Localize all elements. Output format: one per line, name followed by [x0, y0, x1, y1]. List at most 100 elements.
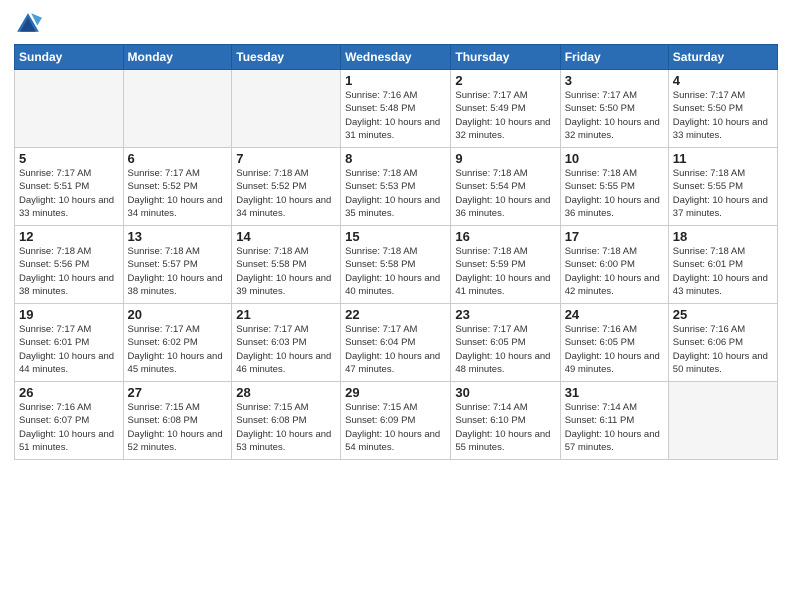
- calendar-cell: 27Sunrise: 7:15 AMSunset: 6:08 PMDayligh…: [123, 382, 232, 460]
- col-header-sunday: Sunday: [15, 45, 124, 70]
- day-info: Sunrise: 7:18 AMSunset: 5:53 PMDaylight:…: [345, 167, 446, 220]
- day-info: Sunrise: 7:18 AMSunset: 5:54 PMDaylight:…: [455, 167, 555, 220]
- day-info: Sunrise: 7:17 AMSunset: 5:49 PMDaylight:…: [455, 89, 555, 142]
- calendar-cell: [668, 382, 777, 460]
- day-info: Sunrise: 7:18 AMSunset: 5:52 PMDaylight:…: [236, 167, 336, 220]
- day-number: 4: [673, 73, 773, 88]
- day-number: 25: [673, 307, 773, 322]
- col-header-friday: Friday: [560, 45, 668, 70]
- week-row-1: 1Sunrise: 7:16 AMSunset: 5:48 PMDaylight…: [15, 70, 778, 148]
- week-row-5: 26Sunrise: 7:16 AMSunset: 6:07 PMDayligh…: [15, 382, 778, 460]
- day-number: 5: [19, 151, 119, 166]
- day-info: Sunrise: 7:18 AMSunset: 5:58 PMDaylight:…: [236, 245, 336, 298]
- day-number: 22: [345, 307, 446, 322]
- calendar-cell: 22Sunrise: 7:17 AMSunset: 6:04 PMDayligh…: [341, 304, 451, 382]
- day-number: 3: [565, 73, 664, 88]
- logo: [14, 10, 46, 38]
- day-info: Sunrise: 7:18 AMSunset: 5:59 PMDaylight:…: [455, 245, 555, 298]
- calendar-cell: [232, 70, 341, 148]
- calendar-cell: 24Sunrise: 7:16 AMSunset: 6:05 PMDayligh…: [560, 304, 668, 382]
- day-number: 10: [565, 151, 664, 166]
- calendar-cell: 13Sunrise: 7:18 AMSunset: 5:57 PMDayligh…: [123, 226, 232, 304]
- calendar-cell: 9Sunrise: 7:18 AMSunset: 5:54 PMDaylight…: [451, 148, 560, 226]
- day-info: Sunrise: 7:17 AMSunset: 6:02 PMDaylight:…: [128, 323, 228, 376]
- day-info: Sunrise: 7:17 AMSunset: 6:01 PMDaylight:…: [19, 323, 119, 376]
- day-info: Sunrise: 7:14 AMSunset: 6:11 PMDaylight:…: [565, 401, 664, 454]
- day-info: Sunrise: 7:17 AMSunset: 6:04 PMDaylight:…: [345, 323, 446, 376]
- day-info: Sunrise: 7:18 AMSunset: 6:01 PMDaylight:…: [673, 245, 773, 298]
- day-info: Sunrise: 7:18 AMSunset: 5:57 PMDaylight:…: [128, 245, 228, 298]
- week-row-4: 19Sunrise: 7:17 AMSunset: 6:01 PMDayligh…: [15, 304, 778, 382]
- calendar-header-row: SundayMondayTuesdayWednesdayThursdayFrid…: [15, 45, 778, 70]
- calendar-cell: 17Sunrise: 7:18 AMSunset: 6:00 PMDayligh…: [560, 226, 668, 304]
- calendar-cell: 8Sunrise: 7:18 AMSunset: 5:53 PMDaylight…: [341, 148, 451, 226]
- day-info: Sunrise: 7:18 AMSunset: 6:00 PMDaylight:…: [565, 245, 664, 298]
- calendar-cell: 1Sunrise: 7:16 AMSunset: 5:48 PMDaylight…: [341, 70, 451, 148]
- day-number: 26: [19, 385, 119, 400]
- day-info: Sunrise: 7:17 AMSunset: 5:50 PMDaylight:…: [673, 89, 773, 142]
- calendar-cell: 18Sunrise: 7:18 AMSunset: 6:01 PMDayligh…: [668, 226, 777, 304]
- day-info: Sunrise: 7:15 AMSunset: 6:09 PMDaylight:…: [345, 401, 446, 454]
- day-info: Sunrise: 7:16 AMSunset: 6:06 PMDaylight:…: [673, 323, 773, 376]
- day-number: 17: [565, 229, 664, 244]
- day-info: Sunrise: 7:18 AMSunset: 5:55 PMDaylight:…: [565, 167, 664, 220]
- calendar-cell: 16Sunrise: 7:18 AMSunset: 5:59 PMDayligh…: [451, 226, 560, 304]
- day-info: Sunrise: 7:16 AMSunset: 6:05 PMDaylight:…: [565, 323, 664, 376]
- week-row-3: 12Sunrise: 7:18 AMSunset: 5:56 PMDayligh…: [15, 226, 778, 304]
- day-number: 13: [128, 229, 228, 244]
- day-number: 31: [565, 385, 664, 400]
- day-number: 9: [455, 151, 555, 166]
- calendar-cell: [123, 70, 232, 148]
- calendar-cell: 14Sunrise: 7:18 AMSunset: 5:58 PMDayligh…: [232, 226, 341, 304]
- day-number: 18: [673, 229, 773, 244]
- col-header-wednesday: Wednesday: [341, 45, 451, 70]
- calendar-cell: 21Sunrise: 7:17 AMSunset: 6:03 PMDayligh…: [232, 304, 341, 382]
- day-number: 27: [128, 385, 228, 400]
- day-number: 28: [236, 385, 336, 400]
- calendar-cell: 31Sunrise: 7:14 AMSunset: 6:11 PMDayligh…: [560, 382, 668, 460]
- day-info: Sunrise: 7:17 AMSunset: 5:51 PMDaylight:…: [19, 167, 119, 220]
- day-number: 15: [345, 229, 446, 244]
- calendar-cell: [15, 70, 124, 148]
- day-number: 29: [345, 385, 446, 400]
- day-info: Sunrise: 7:15 AMSunset: 6:08 PMDaylight:…: [128, 401, 228, 454]
- calendar-cell: 7Sunrise: 7:18 AMSunset: 5:52 PMDaylight…: [232, 148, 341, 226]
- day-info: Sunrise: 7:18 AMSunset: 5:58 PMDaylight:…: [345, 245, 446, 298]
- day-number: 11: [673, 151, 773, 166]
- header: [14, 10, 778, 38]
- page-container: SundayMondayTuesdayWednesdayThursdayFrid…: [0, 0, 792, 468]
- day-number: 8: [345, 151, 446, 166]
- day-number: 14: [236, 229, 336, 244]
- day-info: Sunrise: 7:14 AMSunset: 6:10 PMDaylight:…: [455, 401, 555, 454]
- day-number: 19: [19, 307, 119, 322]
- calendar-cell: 10Sunrise: 7:18 AMSunset: 5:55 PMDayligh…: [560, 148, 668, 226]
- calendar-cell: 25Sunrise: 7:16 AMSunset: 6:06 PMDayligh…: [668, 304, 777, 382]
- col-header-monday: Monday: [123, 45, 232, 70]
- week-row-2: 5Sunrise: 7:17 AMSunset: 5:51 PMDaylight…: [15, 148, 778, 226]
- calendar-cell: 15Sunrise: 7:18 AMSunset: 5:58 PMDayligh…: [341, 226, 451, 304]
- col-header-tuesday: Tuesday: [232, 45, 341, 70]
- day-number: 12: [19, 229, 119, 244]
- day-info: Sunrise: 7:16 AMSunset: 5:48 PMDaylight:…: [345, 89, 446, 142]
- day-number: 24: [565, 307, 664, 322]
- day-number: 21: [236, 307, 336, 322]
- day-number: 1: [345, 73, 446, 88]
- calendar-cell: 26Sunrise: 7:16 AMSunset: 6:07 PMDayligh…: [15, 382, 124, 460]
- day-info: Sunrise: 7:18 AMSunset: 5:56 PMDaylight:…: [19, 245, 119, 298]
- day-number: 23: [455, 307, 555, 322]
- calendar-cell: 23Sunrise: 7:17 AMSunset: 6:05 PMDayligh…: [451, 304, 560, 382]
- day-number: 7: [236, 151, 336, 166]
- calendar-cell: 30Sunrise: 7:14 AMSunset: 6:10 PMDayligh…: [451, 382, 560, 460]
- day-info: Sunrise: 7:15 AMSunset: 6:08 PMDaylight:…: [236, 401, 336, 454]
- calendar-cell: 20Sunrise: 7:17 AMSunset: 6:02 PMDayligh…: [123, 304, 232, 382]
- calendar-table: SundayMondayTuesdayWednesdayThursdayFrid…: [14, 44, 778, 460]
- calendar-cell: 4Sunrise: 7:17 AMSunset: 5:50 PMDaylight…: [668, 70, 777, 148]
- day-number: 20: [128, 307, 228, 322]
- calendar-cell: 19Sunrise: 7:17 AMSunset: 6:01 PMDayligh…: [15, 304, 124, 382]
- day-info: Sunrise: 7:18 AMSunset: 5:55 PMDaylight:…: [673, 167, 773, 220]
- logo-icon: [14, 10, 42, 38]
- day-number: 30: [455, 385, 555, 400]
- day-info: Sunrise: 7:17 AMSunset: 5:52 PMDaylight:…: [128, 167, 228, 220]
- day-number: 6: [128, 151, 228, 166]
- calendar-cell: 2Sunrise: 7:17 AMSunset: 5:49 PMDaylight…: [451, 70, 560, 148]
